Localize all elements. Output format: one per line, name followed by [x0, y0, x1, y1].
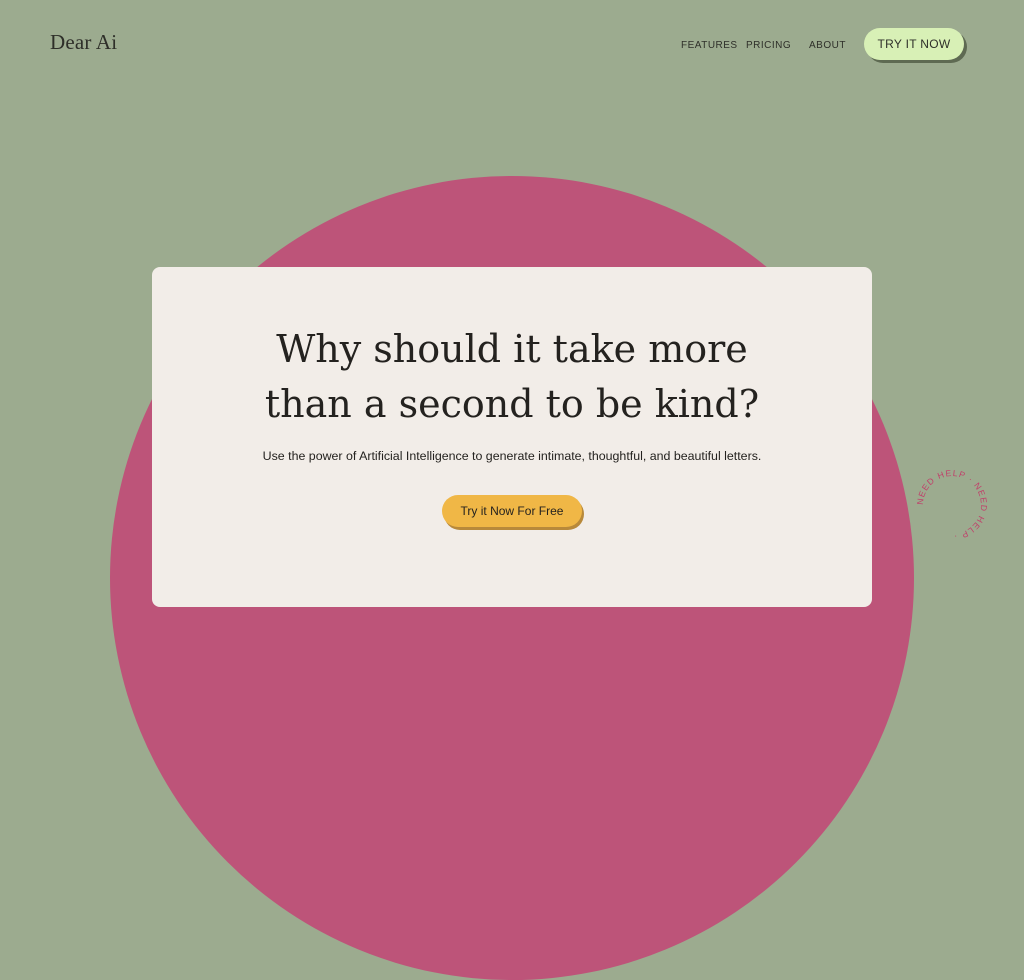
hero-headline: Why should it take more than a second to… [0, 322, 1024, 432]
headline-line-1: Why should it take more [276, 327, 748, 371]
nav-features[interactable]: FEATURES [681, 40, 738, 51]
need-help-text: NEED HELP · NEED HELP · [915, 468, 989, 542]
try-it-now-button[interactable]: TRY IT NOW [864, 28, 964, 60]
try-it-free-button[interactable]: Try it Now For Free [442, 495, 582, 527]
nav-pricing[interactable]: PRICING [746, 40, 791, 51]
hero-card [152, 267, 872, 607]
need-help-ring-text: NEED HELP · NEED HELP · [915, 468, 988, 542]
site-logo[interactable]: Dear Ai [50, 30, 117, 55]
hero-subtitle: Use the power of Artificial Intelligence… [262, 449, 762, 463]
need-help-badge[interactable]: NEED HELP · NEED HELP · [912, 465, 992, 545]
headline-line-2: than a second to be kind? [264, 382, 760, 426]
nav-about[interactable]: ABOUT [809, 40, 846, 51]
